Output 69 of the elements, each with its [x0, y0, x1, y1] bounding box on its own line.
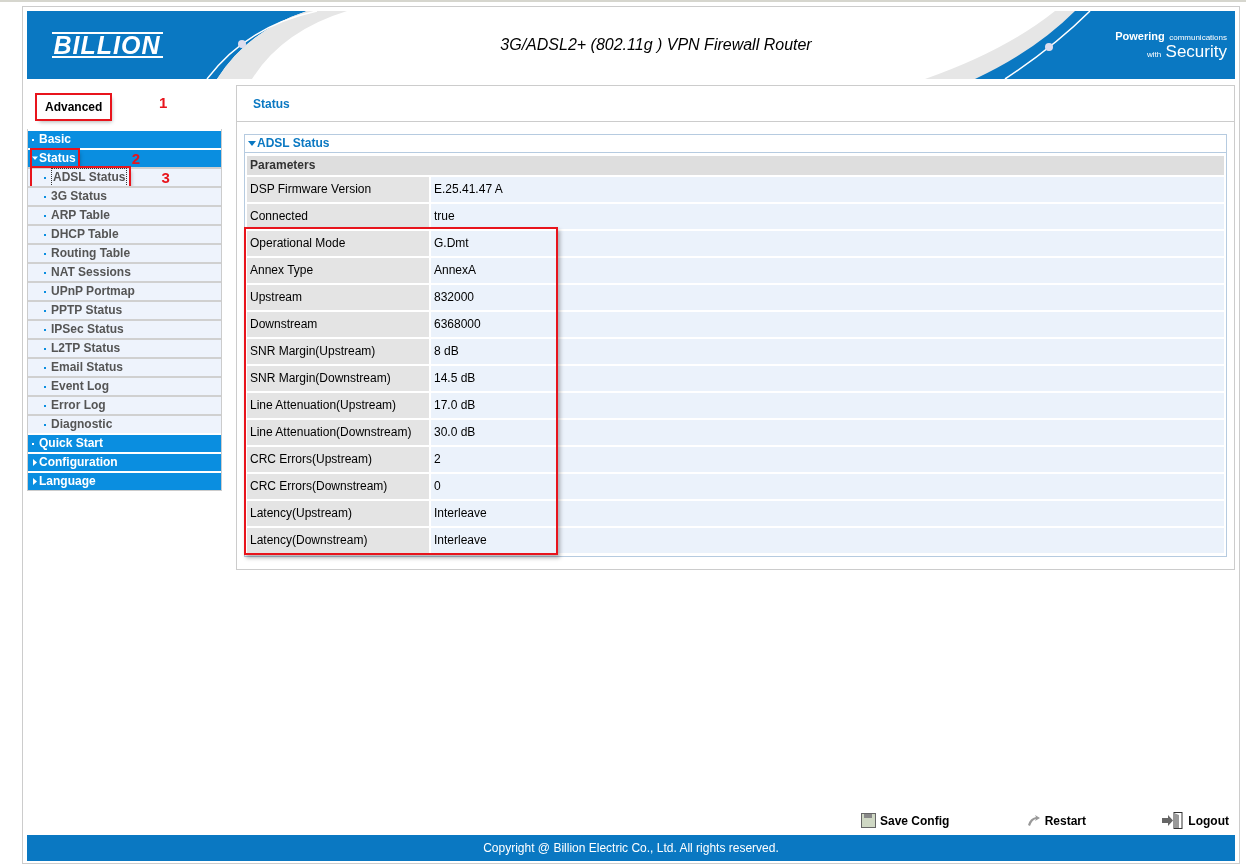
table-cell: Line Attenuation(Upstream): [247, 393, 429, 418]
table-cell: Interleave: [431, 528, 1224, 553]
action-link[interactable]: Save Config: [861, 812, 950, 829]
table-cell: true: [431, 204, 1224, 229]
menu-item[interactable]: ARP Table: [28, 205, 221, 224]
table-cell: 2: [431, 447, 1224, 472]
menu-item[interactable]: IPSec Status: [28, 319, 221, 338]
copyright-text: Copyright @ Billion Electric Co., Ltd. All rights reserved.: [483, 841, 779, 855]
table-header: Parameters: [247, 156, 1224, 175]
door-arrow-icon: [1162, 812, 1185, 829]
menu-item[interactable]: DHCP Table: [28, 224, 221, 243]
table-cell: Downstream: [247, 312, 429, 337]
table-cell: Upstream: [247, 285, 429, 310]
table-cell: 17.0 dB: [431, 393, 1224, 418]
table-cell: Operational Mode: [247, 231, 429, 256]
logo: BILLION: [51, 32, 163, 58]
menu-item[interactable]: PPTP Status: [28, 300, 221, 319]
menu-item[interactable]: Email Status: [28, 357, 221, 376]
menu-item[interactable]: ADSL Status 3: [28, 167, 221, 186]
table-cell: Annex Type: [247, 258, 429, 283]
tagline-text: Security: [1165, 41, 1227, 61]
table-cell: Connected: [247, 204, 429, 229]
table-cell: Latency(Downstream): [247, 528, 429, 553]
table-cell: AnnexA: [431, 258, 1224, 283]
table-cell: Latency(Upstream): [247, 501, 429, 526]
menu-item[interactable]: Diagnostic: [28, 414, 221, 433]
table-cell: 6368000: [431, 312, 1224, 337]
triangle-icon: [248, 140, 256, 147]
table-cell: 14.5 dB: [431, 366, 1224, 391]
menu-group[interactable]: Language: [28, 471, 221, 490]
table-cell: SNR Margin(Upstream): [247, 339, 429, 364]
annotation-number: 1: [159, 94, 168, 111]
menu-group[interactable]: Basic: [28, 129, 221, 148]
tagline-text: with: [1146, 49, 1162, 59]
menu-item[interactable]: L2TP Status: [28, 338, 221, 357]
menu-item[interactable]: 3G Status: [28, 186, 221, 205]
menu-item[interactable]: NAT Sessions: [28, 262, 221, 281]
menu-group[interactable]: Status 2: [28, 148, 221, 167]
annotation-number: 2: [131, 150, 141, 167]
menu-group[interactable]: Quick Start: [28, 433, 221, 452]
table-cell: 0: [431, 474, 1224, 499]
table-cell: CRC Errors(Upstream): [247, 447, 429, 472]
menu-item[interactable]: Event Log: [28, 376, 221, 395]
menu-group[interactable]: Configuration: [28, 452, 221, 471]
annotation-number: 3: [161, 169, 170, 186]
table-cell: 8 dB: [431, 339, 1224, 364]
page-title: Status: [237, 86, 1234, 122]
triangle-icon: [32, 155, 38, 162]
table-cell: SNR Margin(Downstream): [247, 366, 429, 391]
menu-item[interactable]: Routing Table: [28, 243, 221, 262]
triangle-icon: [32, 478, 38, 485]
action-link[interactable]: Logout: [1162, 812, 1229, 829]
triangle-icon: [32, 459, 38, 466]
table-cell: G.Dmt: [431, 231, 1224, 256]
table-cell: 832000: [431, 285, 1224, 310]
tagline-text: communications: [1169, 32, 1227, 42]
menu-item[interactable]: UPnP Portmap: [28, 281, 221, 300]
table-cell: DSP Firmware Version: [247, 177, 429, 202]
table-cell: Line Attenuation(Downstream): [247, 420, 429, 445]
menu-item[interactable]: Error Log: [28, 395, 221, 414]
table-cell: E.25.41.47 A: [431, 177, 1224, 202]
table-cell: CRC Errors(Downstream): [247, 474, 429, 499]
table-cell: Interleave: [431, 501, 1224, 526]
table-cell: 30.0 dB: [431, 420, 1224, 445]
action-link[interactable]: Restart: [1025, 812, 1087, 829]
advanced-mode-link[interactable]: Advanced: [37, 95, 111, 119]
section-title[interactable]: ADSL Status: [245, 135, 1226, 153]
tagline-text: Powering: [1115, 29, 1165, 42]
router-title: 3G/ADSL2+ (802.11g ) VPN Firewall Router: [499, 36, 813, 54]
